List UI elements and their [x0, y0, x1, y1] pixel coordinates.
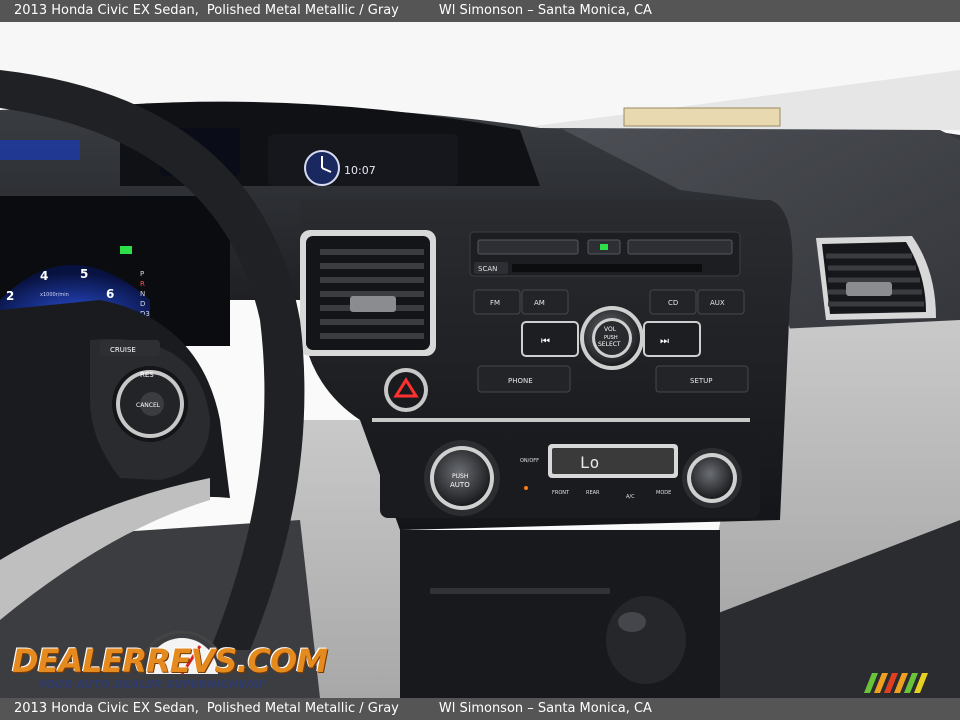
dealerrevs-logo: DEALERREVS.COM	[12, 642, 328, 680]
volume-select-knob[interactable]: VOL PUSH SELECT	[580, 306, 644, 370]
left-air-vent[interactable]	[300, 230, 436, 356]
svg-text:AM: AM	[534, 299, 545, 307]
res-button[interactable]: RES	[140, 371, 154, 379]
seek-back-icon: ⏮	[541, 336, 550, 347]
caption-bar-top: 2013 Honda Civic EX Sedan, Polished Meta…	[0, 0, 960, 22]
fan-speed-knob[interactable]	[682, 448, 742, 508]
svg-text:4: 4	[40, 269, 48, 283]
caption-dealer: Wl Simonson – Santa Monica, CA	[438, 3, 652, 18]
svg-text:PUSH: PUSH	[452, 473, 468, 480]
aux-button[interactable]: AUX	[697, 289, 745, 315]
svg-text:2: 2	[6, 289, 14, 303]
seek-forward-button[interactable]	[643, 321, 701, 357]
setup-button[interactable]: SETUP	[655, 365, 749, 393]
svg-text:N: N	[140, 290, 145, 298]
scan-button[interactable]: SCAN	[474, 262, 508, 274]
svg-text:D: D	[140, 300, 145, 308]
dealerrevs-tagline: YOUR AUTO DEALER SUPERHIGHWAY	[38, 678, 266, 691]
caption-dealer-bottom: Wl Simonson – Santa Monica, CA	[438, 701, 652, 716]
svg-text:FM: FM	[490, 299, 500, 307]
caption-color-bottom: Polished Metal Metallic / Gray	[206, 701, 399, 716]
temperature-knob[interactable]: PUSH AUTO	[424, 440, 500, 516]
front-defrost-button[interactable]: FRONT	[552, 490, 570, 496]
hazard-button[interactable]	[384, 368, 428, 412]
tach-unit: x1000r/min	[40, 292, 69, 298]
svg-text:PHONE: PHONE	[508, 377, 533, 385]
seek-forward-icon: ⏭	[660, 336, 669, 347]
svg-text:SETUP: SETUP	[690, 377, 713, 385]
svg-text:VOL: VOL	[604, 326, 617, 333]
climate-display: Lo	[548, 444, 678, 478]
svg-text:P: P	[140, 270, 144, 278]
svg-text:SCAN: SCAN	[478, 265, 497, 273]
clock-readout: 10:07	[344, 164, 376, 177]
cancel-button[interactable]: CANCEL	[136, 402, 161, 409]
caption-title-bottom: 2013 Honda Civic EX Sedan,	[14, 701, 199, 716]
caption-title: 2013 Honda Civic EX Sedan,	[14, 3, 199, 18]
dealerrevs-watermark: DEALERREVS.COM YOUR AUTO DEALER SUPERHIG…	[12, 628, 328, 692]
fm-button[interactable]: FM	[473, 289, 521, 315]
phone-button[interactable]: PHONE	[477, 365, 571, 393]
right-air-vent[interactable]	[816, 236, 936, 320]
am-button[interactable]: AM	[521, 289, 569, 315]
cruise-button[interactable]: CRUISE	[110, 346, 136, 354]
svg-text:Lo: Lo	[580, 453, 599, 472]
caption-bar-bottom: 2013 Honda Civic EX Sedan, Polished Meta…	[0, 698, 960, 720]
svg-text:AUTO: AUTO	[450, 481, 470, 489]
svg-text:AUX: AUX	[710, 299, 725, 307]
rear-defrost-button[interactable]: REAR	[586, 490, 600, 496]
svg-text:R: R	[140, 280, 145, 288]
stripes-logo-icon	[864, 673, 928, 693]
svg-text:SELECT: SELECT	[598, 341, 621, 348]
caption-color: Polished Metal Metallic / Gray	[206, 3, 399, 18]
svg-text:6: 6	[106, 287, 114, 301]
gear-shift-knob[interactable]	[606, 596, 686, 684]
seek-back-button[interactable]	[521, 321, 579, 357]
car-interior-photo: 10:07 2 4 5 6 7 x1000r/min P R N D D3 2	[0, 22, 960, 698]
svg-text:5: 5	[80, 267, 88, 281]
ac-button[interactable]: A/C	[626, 494, 635, 500]
svg-text:CD: CD	[668, 299, 678, 307]
fan-on-off-label[interactable]: ON/OFF	[520, 458, 539, 464]
cd-button[interactable]: CD	[649, 289, 697, 315]
mode-button[interactable]: MODE	[656, 490, 671, 496]
